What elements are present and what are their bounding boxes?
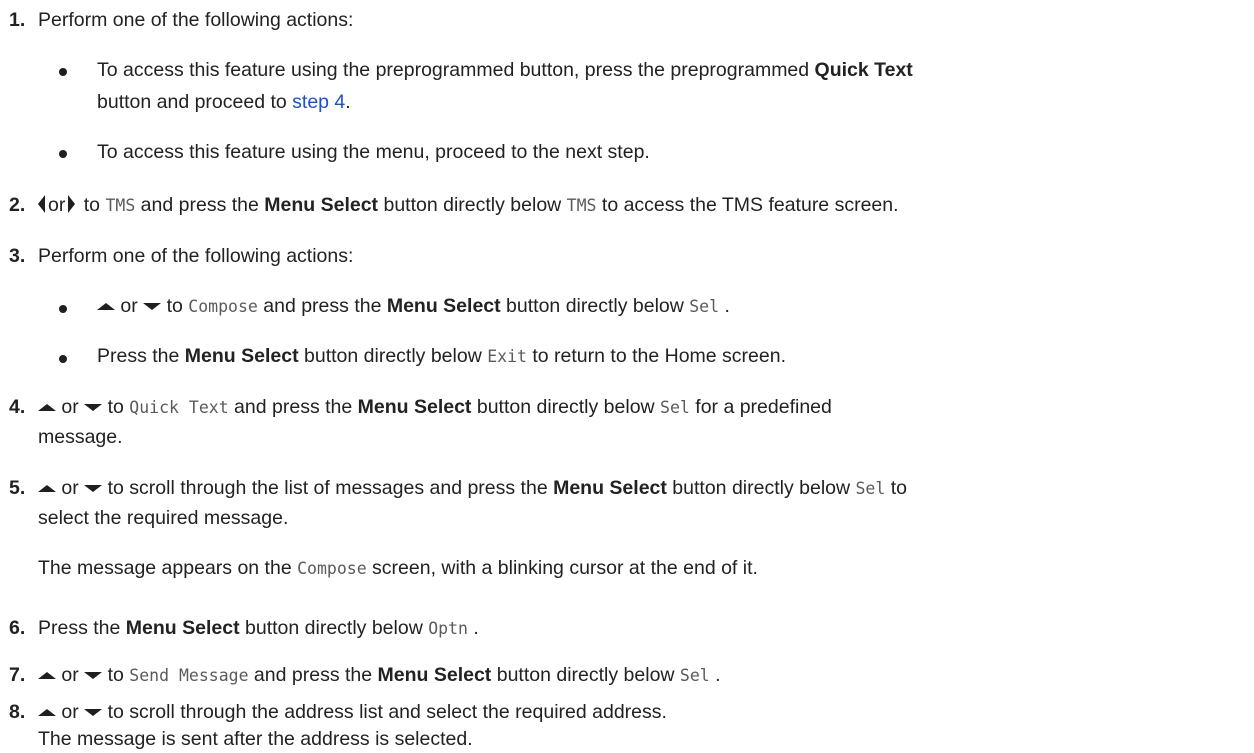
screen-label: Sel <box>689 297 720 316</box>
bullet-icon <box>59 68 67 76</box>
text-segment: or <box>56 701 85 723</box>
up-triangle-icon <box>38 709 56 716</box>
text-segment: To access this feature using the menu, p… <box>97 141 650 163</box>
step-3-option-a: or to Compose and press the Menu Select … <box>97 294 730 319</box>
step-text: Perform one of the following actions: <box>38 9 354 31</box>
step-1-option-a: To access this feature using the preprog… <box>97 58 913 82</box>
text-segment: button directly below <box>378 194 567 216</box>
text-segment: button directly below <box>239 617 429 639</box>
step-number: 6. <box>9 617 26 639</box>
text-segment: and press the <box>248 664 378 686</box>
text-segment: button directly below <box>491 664 680 686</box>
step-number: 7. <box>9 664 26 686</box>
step-8-result: The message is sent after the address is… <box>38 727 473 751</box>
bold-label: Menu Select <box>553 477 667 499</box>
text-segment: button directly below <box>298 345 488 367</box>
up-triangle-icon <box>38 672 56 679</box>
text-segment: . <box>467 617 479 639</box>
text-segment: . <box>709 664 721 686</box>
text-segment: select the required message. <box>38 507 289 529</box>
bullet-icon <box>59 305 67 313</box>
step-4-cont: message. <box>38 425 123 449</box>
bold-label: Quick Text <box>814 59 913 81</box>
bold-label: Menu Select <box>264 194 379 216</box>
text-segment: Press the <box>38 617 126 639</box>
step-number: 3. <box>9 245 26 267</box>
text-segment: or <box>56 477 85 499</box>
text-segment: button directly below <box>666 477 856 499</box>
down-triangle-icon <box>143 303 162 310</box>
screen-label: Compose <box>188 297 258 316</box>
text-segment: and press the <box>257 295 387 317</box>
screen-label: Sel <box>679 666 710 685</box>
step-3-option-b: Press the Menu Select button directly be… <box>97 344 786 369</box>
screen-label: Compose <box>297 559 367 578</box>
text-segment: message. <box>38 426 123 448</box>
bold-label: Menu Select <box>377 664 492 686</box>
left-triangle-icon <box>38 195 45 213</box>
text-segment: to <box>102 664 130 686</box>
step-text: Perform one of the following actions: <box>38 245 354 267</box>
step-4-link[interactable]: step 4 <box>292 91 345 113</box>
bullet-icon <box>59 355 67 363</box>
step-number: 5. <box>9 477 26 499</box>
text-segment: to return to the Home screen. <box>526 345 786 367</box>
text-segment: The message is sent after the address is… <box>38 728 473 750</box>
text-segment: and press the <box>228 396 358 418</box>
bold-label: Menu Select <box>386 295 501 317</box>
text-segment: to scroll through the address list and s… <box>102 701 667 723</box>
screen-label: Quick Text <box>129 398 229 417</box>
screen-label: Send Message <box>129 666 249 685</box>
text-segment: screen, with a blinking cursor at the en… <box>366 557 758 579</box>
text-segment: Press the <box>97 345 185 367</box>
bullet-icon <box>59 150 67 158</box>
up-triangle-icon <box>38 404 56 411</box>
bold-label: Menu Select <box>357 396 472 418</box>
text-segment: to access the TMS feature screen. <box>596 194 899 216</box>
down-triangle-icon <box>84 709 103 716</box>
text-segment: or <box>56 396 85 418</box>
text-segment: to <box>161 295 189 317</box>
text-segment: button directly below <box>500 295 690 317</box>
down-triangle-icon <box>84 404 103 411</box>
text-segment: to <box>78 194 106 216</box>
bold-label: Menu Select <box>125 617 240 639</box>
text-segment: to <box>102 396 130 418</box>
text-segment: to scroll through the list of messages a… <box>102 477 554 499</box>
text-segment: to <box>885 477 907 499</box>
text-segment: . <box>719 295 730 317</box>
screen-label: TMS <box>105 196 136 215</box>
text-segment: or <box>56 664 85 686</box>
right-triangle-icon <box>68 195 76 213</box>
text-segment: To access this feature using the preprog… <box>97 59 815 81</box>
text-segment: button directly below <box>471 396 661 418</box>
up-triangle-icon <box>38 485 56 492</box>
step-number: 8. <box>9 701 26 723</box>
screen-label: Optn <box>428 619 468 638</box>
step-number: 2. <box>9 194 26 216</box>
screen-label: Exit <box>487 347 527 366</box>
document-page: 1. Perform one of the following actions:… <box>0 0 1254 753</box>
step-5-result: The message appears on the Compose scree… <box>38 556 758 581</box>
text-segment: for a predefined <box>689 396 832 418</box>
screen-label: TMS <box>566 196 597 215</box>
step-number: 1. <box>9 9 26 31</box>
screen-label: Sel <box>660 398 690 417</box>
bold-label: Menu Select <box>184 345 299 367</box>
text-segment: or <box>48 194 66 216</box>
down-triangle-icon <box>84 672 103 679</box>
step-1-option-b: To access this feature using the menu, p… <box>97 140 650 164</box>
screen-label: Sel <box>855 479 886 498</box>
text-segment: or <box>115 295 144 317</box>
text-segment: button and proceed to <box>97 91 293 113</box>
text-segment: and press the <box>135 194 265 216</box>
step-number: 4. <box>9 396 26 418</box>
text-segment: The message appears on the <box>38 557 298 579</box>
step-1-option-a-cont: button and proceed to step 4. <box>97 90 351 114</box>
down-triangle-icon <box>84 485 103 492</box>
up-triangle-icon <box>97 303 115 310</box>
step-5-cont: select the required message. <box>38 506 288 530</box>
text-segment: . <box>345 91 351 113</box>
